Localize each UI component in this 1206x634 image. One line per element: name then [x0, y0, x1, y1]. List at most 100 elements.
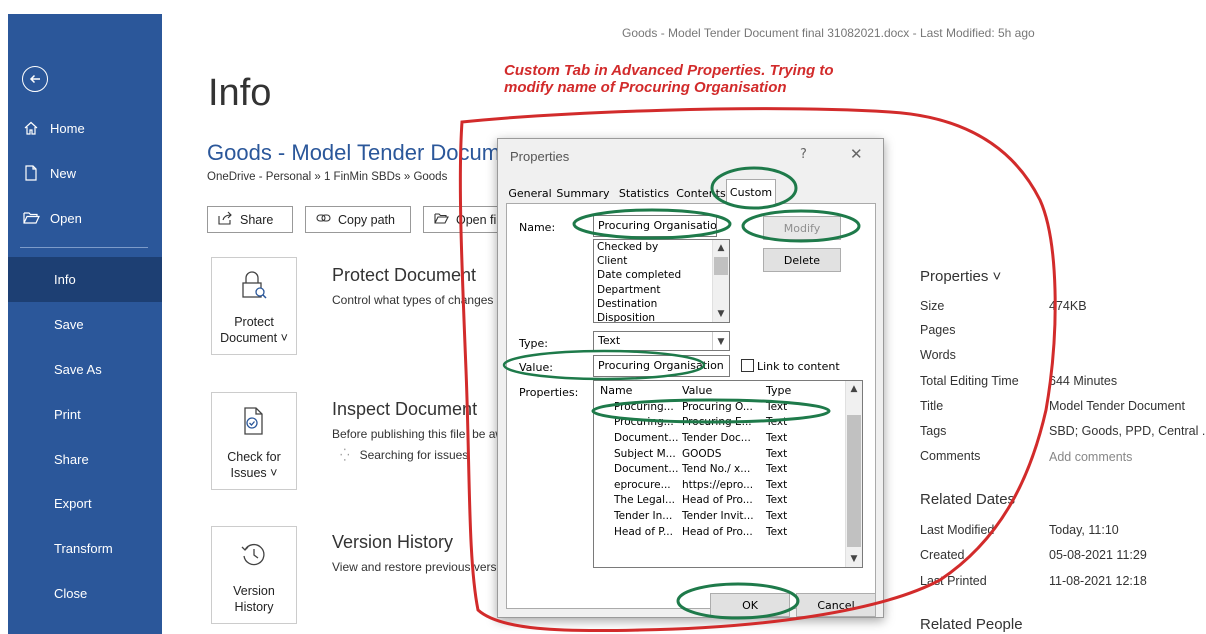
- protect-tile-label-2: Document ˅: [220, 330, 288, 345]
- name-label: Name:: [519, 221, 556, 234]
- scroll-down-icon[interactable]: ▼: [713, 306, 729, 322]
- back-arrow-icon[interactable]: [22, 66, 48, 92]
- custom-properties-list[interactable]: Name Value Type Procuring... Procuring O.…: [593, 380, 863, 568]
- prop-label-tags: Tags: [920, 424, 947, 438]
- scroll-down-icon[interactable]: ▼: [846, 551, 862, 567]
- table-row[interactable]: Procuring... Procuring E... Text: [594, 415, 862, 431]
- value-input[interactable]: Procuring Organisation: [593, 355, 730, 377]
- date-label-created: Created: [920, 548, 965, 562]
- list-item[interactable]: Disposition: [594, 311, 729, 322]
- table-row[interactable]: eprocure... https://epro... Text: [594, 477, 862, 493]
- annotation-text: Custom Tab in Advanced Properties. Tryin…: [504, 62, 834, 97]
- related-dates-heading: Related Dates: [920, 491, 1016, 508]
- row-value: Tend No./ x...: [682, 463, 751, 476]
- column-header-name[interactable]: Name: [594, 384, 678, 397]
- cancel-button[interactable]: Cancel: [796, 593, 876, 617]
- spinner-icon: ⁛: [340, 448, 350, 462]
- history-clock-icon: [240, 527, 268, 583]
- scroll-up-icon[interactable]: ▲: [713, 240, 729, 256]
- sidebar-item-print[interactable]: Print: [8, 392, 162, 437]
- open-file-location-label: Open file location: [456, 212, 498, 227]
- tab-statistics[interactable]: Statistics: [614, 183, 674, 203]
- properties-dialog: Properties ? ✕ General Summary Statistic…: [497, 138, 884, 618]
- inspect-tile-label: Check for: [227, 449, 281, 464]
- protect-document-button[interactable]: Protect Document ˅: [211, 257, 297, 355]
- open-file-location-button[interactable]: Open file location: [423, 206, 499, 233]
- ok-button[interactable]: OK: [710, 593, 790, 617]
- copy-path-button[interactable]: Copy path: [305, 206, 411, 233]
- protect-document-title: Protect Document: [332, 265, 477, 285]
- link-to-content-checkbox[interactable]: [741, 359, 754, 372]
- row-name: Document...: [614, 463, 678, 476]
- row-type: Text: [766, 416, 788, 429]
- share-button[interactable]: Share: [207, 206, 293, 233]
- type-select[interactable]: Text ▼: [593, 331, 730, 351]
- table-row[interactable]: Head of P... Head of Pro... Text: [594, 524, 862, 540]
- table-row[interactable]: Procuring... Procuring O... Text: [594, 399, 862, 415]
- sidebar-item-save-as[interactable]: Save As: [8, 347, 162, 392]
- properties-heading[interactable]: Properties ˅: [920, 268, 1001, 285]
- check-for-issues-button[interactable]: Check for Issues ˅: [211, 392, 297, 490]
- version-history-button[interactable]: Version History: [211, 526, 297, 624]
- row-name: eprocure...: [614, 478, 671, 491]
- row-type: Text: [766, 509, 788, 522]
- row-name: Head of P...: [614, 525, 673, 538]
- name-list-scrollbar[interactable]: ▲ ▼: [712, 240, 729, 322]
- table-row[interactable]: Document... Tend No./ x... Text: [594, 461, 862, 477]
- scroll-up-icon[interactable]: ▲: [846, 381, 862, 397]
- inspect-document-icon: [241, 393, 267, 449]
- delete-button[interactable]: Delete: [763, 248, 841, 272]
- table-row[interactable]: Subject M... GOODS Text: [594, 446, 862, 462]
- sidebar-item-info[interactable]: Info: [8, 257, 162, 302]
- sidebar-item-transform[interactable]: Transform: [8, 526, 162, 571]
- sidebar-item-home[interactable]: Home: [20, 116, 85, 140]
- row-name: The Legal...: [614, 494, 676, 507]
- list-item[interactable]: Department: [594, 283, 729, 297]
- prop-value-title[interactable]: Model Tender Document: [1049, 399, 1185, 413]
- row-name: Procuring...: [614, 416, 674, 429]
- close-icon[interactable]: ✕: [850, 145, 863, 163]
- date-label-modified: Last Modified: [920, 523, 995, 537]
- sidebar-item-open[interactable]: Open: [20, 206, 82, 230]
- name-suggestions-list[interactable]: Checked by Client Date completed Departm…: [593, 239, 730, 323]
- scroll-thumb[interactable]: [847, 415, 861, 547]
- tab-summary[interactable]: Summary: [554, 183, 612, 203]
- sidebar-item-export[interactable]: Export: [8, 481, 162, 526]
- tab-general[interactable]: General: [508, 183, 552, 203]
- prop-value-tags[interactable]: SBD; Goods, PPD, Central ...: [1049, 424, 1206, 438]
- new-document-icon: [20, 165, 42, 181]
- row-type: Text: [766, 431, 788, 444]
- modify-button[interactable]: Modify: [763, 216, 841, 240]
- sidebar-item-close[interactable]: Close: [8, 571, 162, 616]
- name-input[interactable]: Procuring Organisation: [593, 215, 717, 237]
- annotation-line-1: Custom Tab in Advanced Properties. Tryin…: [504, 62, 834, 79]
- document-name: Goods - Model Tender Document final 3108…: [207, 140, 497, 165]
- table-row[interactable]: Tender In... Tender Invit... Text: [594, 508, 862, 524]
- prop-value-comments[interactable]: Add comments: [1049, 450, 1132, 464]
- tab-contents[interactable]: Contents: [676, 183, 726, 203]
- folder-open-icon: [20, 211, 42, 225]
- list-item[interactable]: Destination: [594, 297, 729, 311]
- properties-list-scrollbar[interactable]: ▲ ▼: [845, 381, 862, 567]
- inspect-tile-label-2: Issues ˅: [230, 465, 278, 480]
- tab-custom[interactable]: Custom: [726, 179, 776, 204]
- column-header-value[interactable]: Value: [678, 384, 762, 397]
- table-row[interactable]: Document... Tender Doc... Text: [594, 430, 862, 446]
- sidebar-item-save[interactable]: Save: [8, 302, 162, 347]
- sidebar-item-label: Open: [50, 210, 82, 226]
- list-item[interactable]: Client: [594, 254, 729, 268]
- date-value-printed: 11-08-2021 12:18: [1049, 574, 1147, 588]
- help-icon[interactable]: ?: [800, 147, 807, 162]
- sidebar-item-new[interactable]: New: [20, 161, 76, 185]
- column-header-type[interactable]: Type: [762, 384, 822, 397]
- date-label-printed: Last Printed: [920, 574, 987, 588]
- table-row[interactable]: The Legal... Head of Pro... Text: [594, 493, 862, 509]
- list-item[interactable]: Date completed: [594, 268, 729, 282]
- scroll-thumb[interactable]: [714, 257, 728, 275]
- breadcrumb: OneDrive - Personal » 1 FinMin SBDs » Go…: [207, 171, 448, 183]
- list-item[interactable]: Checked by: [594, 240, 729, 254]
- row-value: Head of Pro...: [682, 525, 753, 538]
- row-type: Text: [766, 447, 788, 460]
- sidebar-item-share[interactable]: Share: [8, 437, 162, 482]
- date-value-modified: Today, 11:10: [1049, 523, 1119, 537]
